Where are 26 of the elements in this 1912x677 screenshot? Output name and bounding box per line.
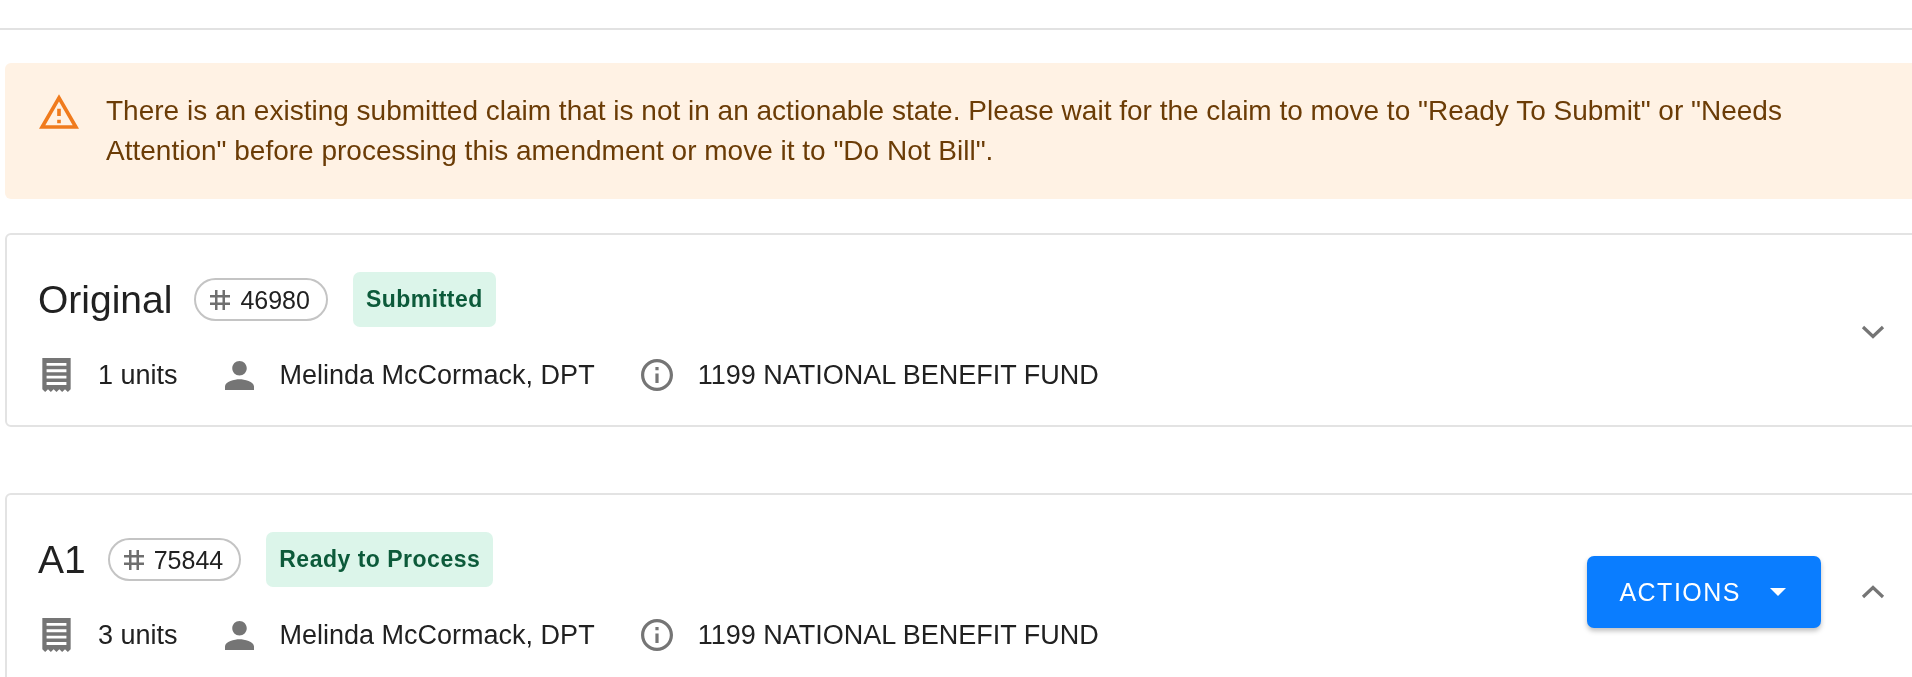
actions-button[interactable]: ACTIONS — [1587, 556, 1821, 628]
status-badge: Ready to Process — [266, 532, 494, 587]
units-text: 3 units — [98, 619, 178, 652]
claim-number: 75844 — [153, 544, 224, 575]
payer-name: 1199 NATIONAL BENEFIT FUND — [697, 359, 1099, 392]
warning-icon — [39, 94, 79, 129]
provider-name: Melinda McCormack, DPT — [279, 619, 595, 652]
person-icon — [224, 620, 254, 650]
receipt-icon — [42, 618, 71, 652]
chevron-down-icon[interactable] — [1861, 325, 1885, 339]
hash-icon — [123, 549, 144, 570]
chevron-up-icon[interactable] — [1861, 585, 1885, 599]
person-icon — [224, 360, 254, 390]
hash-icon — [210, 289, 231, 310]
alert-message: There is an existing submitted claim that is not in an actionable state. Please wait for the claim to move to "Ready To Submit" or "Needs Attention" before processing this amendment or move it to "Do Not Bill". — [106, 94, 1783, 168]
info-icon — [640, 359, 673, 391]
claim-title: A1 — [38, 536, 86, 583]
provider-name: Melinda McCormack, DPT — [279, 359, 595, 392]
info-icon — [640, 619, 673, 651]
status-badge: Submitted — [352, 272, 496, 327]
claim-number: 46980 — [240, 284, 310, 315]
payer-name: 1199 NATIONAL BENEFIT FUND — [697, 619, 1099, 652]
receipt-icon — [42, 358, 71, 392]
units-text: 1 units — [98, 359, 178, 392]
claim-title: Original — [38, 276, 173, 323]
caret-icon — [1770, 588, 1786, 596]
